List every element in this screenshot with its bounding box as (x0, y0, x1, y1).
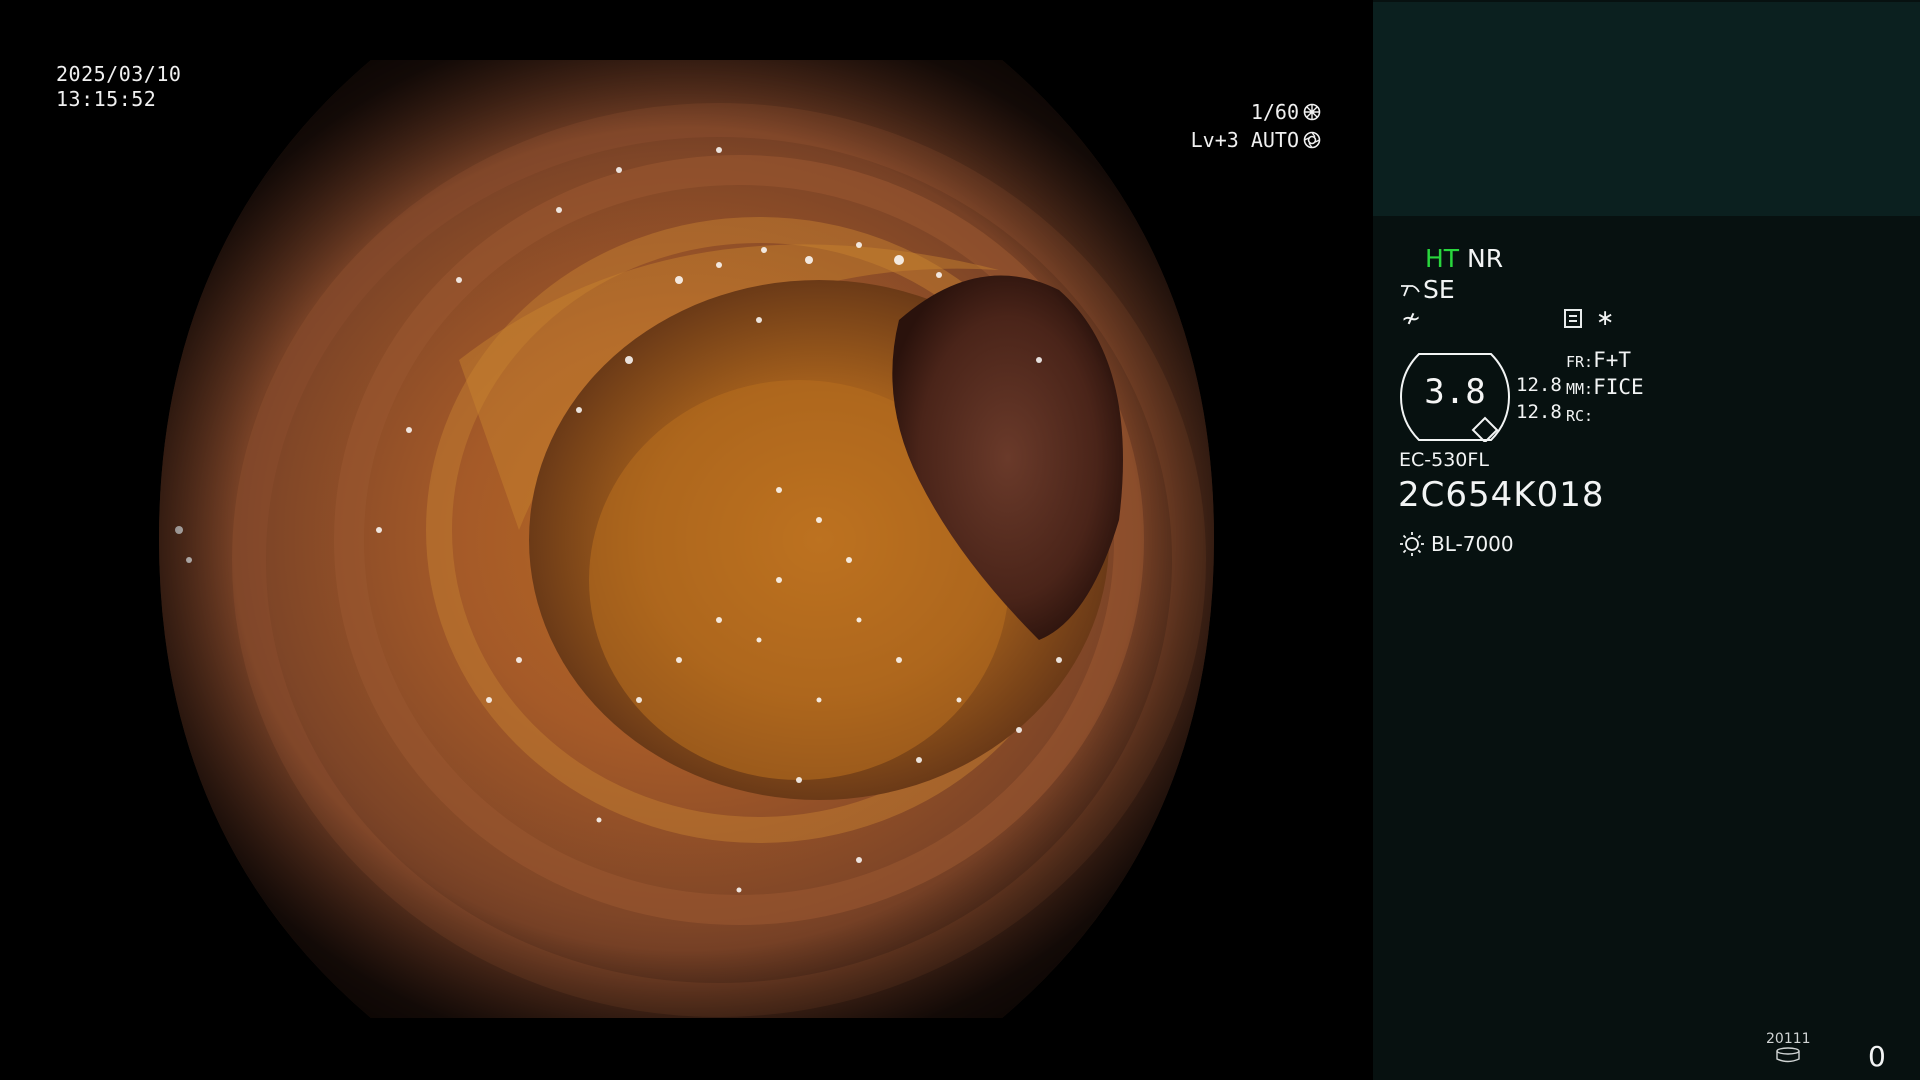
magnification-sub-values: 12.8 12.8 (1516, 372, 1562, 426)
magnification-value: 3.8 (1424, 372, 1486, 412)
light-source-icon (1400, 532, 1424, 556)
iris-icon (1303, 131, 1321, 149)
magnif-sub-2: 12.8 (1516, 401, 1562, 423)
rc-key: RC: (1566, 407, 1594, 425)
document-icon (1564, 309, 1582, 328)
shutter-wheel-icon (1303, 103, 1321, 121)
mode-labels: FR:F+T MM:FICE RC: (1566, 348, 1644, 429)
info-panel: HT NR SE ≁ ∗ 3.8 12.8 12.8 FR:F+T MM:FIC… (1373, 0, 1920, 1080)
mm-value: FICE (1593, 375, 1644, 399)
ht-label: HT (1425, 244, 1460, 273)
mm-row: MM:FICE (1566, 375, 1644, 402)
storage-counter: 20111 (1766, 1031, 1811, 1067)
rc-row: RC: (1566, 402, 1644, 429)
star-symbol: ∗ (1596, 306, 1615, 331)
ht-nr-row: HT NR (1425, 244, 1503, 273)
se-label: SE (1423, 275, 1455, 304)
mm-key: MM: (1566, 380, 1594, 398)
status-icons-row: ∗ (1564, 306, 1614, 331)
endoscope-image (159, 60, 1214, 1018)
scope-model: EC-530FL (1399, 449, 1489, 471)
light-source-row: BL-7000 (1399, 531, 1514, 557)
scope-serial: 2C654K018 (1398, 475, 1605, 515)
fr-value: F+T (1593, 348, 1632, 372)
structure-enhance-icon (1401, 284, 1420, 296)
light-source-text: BL-7000 (1431, 532, 1514, 556)
fr-key: FR: (1566, 353, 1594, 371)
se-row: SE (1399, 275, 1455, 304)
nr-label: NR (1467, 244, 1504, 273)
magnif-sub-1: 12.8 (1516, 374, 1562, 396)
fr-row: FR:F+T (1566, 348, 1644, 375)
filter-symbol: ≁ (1401, 304, 1422, 332)
shutter-text: 1/60 (1250, 100, 1299, 124)
video-area: 2025/03/10 13:15:52 1/60 Lv+3 AUTO (0, 0, 1373, 1080)
storage-disk-icon (1776, 1047, 1800, 1063)
magnification-badge: 3.8 (1399, 352, 1511, 444)
panel-header-area (1373, 2, 1920, 216)
image-counter: 0 (1868, 1040, 1886, 1073)
storage-count-text: 20111 (1766, 1031, 1811, 1047)
